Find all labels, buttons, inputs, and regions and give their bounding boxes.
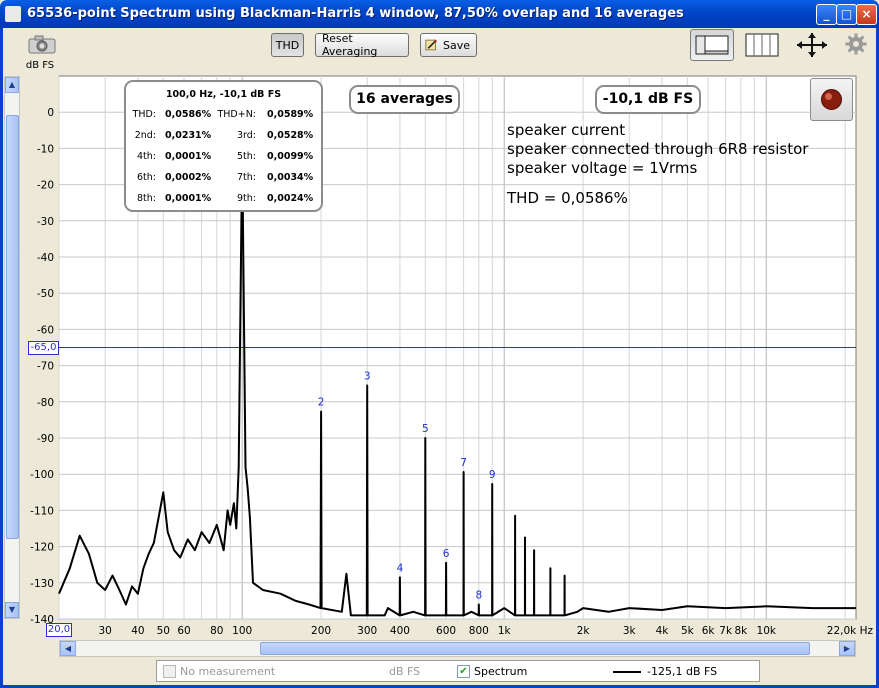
horizontal-scroll-thumb[interactable]	[260, 642, 810, 655]
app-icon	[5, 6, 21, 22]
note-line: speaker current	[507, 121, 626, 139]
legend-line-swatch	[613, 671, 641, 673]
columns-icon[interactable]	[745, 33, 779, 57]
harmonic-value-cell: 0,0099%	[267, 151, 314, 162]
scroll-right-arrow-icon[interactable]: ▶	[839, 641, 855, 656]
reset-averaging-button[interactable]: Reset Averaging	[315, 32, 409, 58]
vertical-scrollbar[interactable]: ▲ ▼	[4, 76, 20, 619]
harmonic-value-cell: 0,0034%	[267, 172, 314, 183]
save-button[interactable]: Save	[420, 33, 477, 57]
maximize-button[interactable]: □	[836, 4, 857, 25]
scroll-down-arrow-icon[interactable]: ▼	[5, 602, 19, 618]
save-icon	[425, 39, 437, 51]
harmonics-table: 100,0 Hz, -10,1 dB FS THD: 0,0586% THD+N: 0…	[124, 80, 323, 212]
harmonic-label-cell: 6th:	[137, 172, 156, 183]
harmonic-label-cell: 9th:	[237, 193, 256, 204]
harmonic-label-cell: THD+N:	[217, 109, 256, 120]
harmonic-value-cell: 0,0002%	[165, 172, 212, 183]
scroll-up-arrow-icon[interactable]: ▲	[5, 77, 19, 93]
spectrum-checkbox[interactable]: ✔	[457, 665, 470, 678]
thd-button[interactable]: THD	[271, 33, 304, 57]
harmonic-label-cell: 3rd:	[236, 130, 256, 141]
legend-value: -125,1 dB FS	[647, 665, 718, 678]
harmonic-label-cell: 2nd:	[134, 130, 156, 141]
harmonic-value-cell: 0,0024%	[267, 193, 314, 204]
harmonic-label-cell: 4th:	[137, 151, 156, 162]
spectrum-label: Spectrum	[474, 665, 528, 678]
harmonic-value-cell: 0,0528%	[267, 130, 314, 141]
no-measurement-label: No measurement	[180, 665, 276, 678]
harmonic-value-cell: 0,0231%	[165, 130, 212, 141]
averages-badge: 16 averages	[349, 85, 460, 114]
note-line: speaker connected through 6R8 resistor	[507, 140, 809, 158]
vertical-scroll-thumb[interactable]	[6, 115, 19, 539]
harmonic-label-cell: 5th:	[237, 151, 256, 162]
record-icon	[821, 89, 842, 110]
harmonic-value-cell: 0,0586%	[165, 109, 212, 120]
harmonic-value-cell: 0,0001%	[165, 151, 212, 162]
window-title: 65536-point Spectrum using Blackman-Harr…	[27, 6, 684, 21]
cursor-value-box[interactable]: -65,0	[28, 341, 59, 355]
harmonic-value-cell: 0,0001%	[165, 193, 212, 204]
notes-block: speaker current speaker connected throug…	[507, 121, 808, 178]
x-start-value-box[interactable]: 20,0	[46, 623, 72, 637]
gear-icon[interactable]	[845, 33, 867, 55]
layout-icon[interactable]	[690, 29, 734, 61]
legend-bar: No measurement dB FS ✔ Spectrum -125,1 d…	[156, 660, 760, 682]
close-button[interactable]: ×	[856, 4, 877, 25]
harmonic-label-cell: 8th:	[137, 193, 156, 204]
harmonic-label-cell: 7th:	[237, 172, 256, 183]
legend-unit-label: dB FS	[389, 665, 421, 678]
scroll-left-arrow-icon[interactable]: ◀	[60, 641, 76, 656]
record-button[interactable]	[810, 78, 853, 121]
title-bar: 65536-point Spectrum using Blackman-Harr…	[0, 0, 879, 28]
horizontal-scrollbar[interactable]: ◀ ▶	[59, 640, 856, 657]
expand-arrows-icon[interactable]	[794, 31, 830, 59]
camera-icon[interactable]	[27, 34, 57, 54]
note-line: speaker voltage = 1Vrms	[507, 159, 698, 177]
save-label: Save	[442, 38, 470, 52]
thd-note: THD = 0,0586%	[507, 189, 628, 207]
minimize-button[interactable]: _	[816, 4, 837, 25]
level-badge: -10,1 dB FS	[595, 85, 701, 114]
no-measurement-checkbox[interactable]	[163, 665, 176, 678]
harmonics-header: 100,0 Hz, -10,1 dB FS	[165, 89, 282, 100]
harmonic-value-cell: 0,0589%	[267, 109, 314, 120]
harmonic-label-cell: THD:	[132, 109, 156, 120]
